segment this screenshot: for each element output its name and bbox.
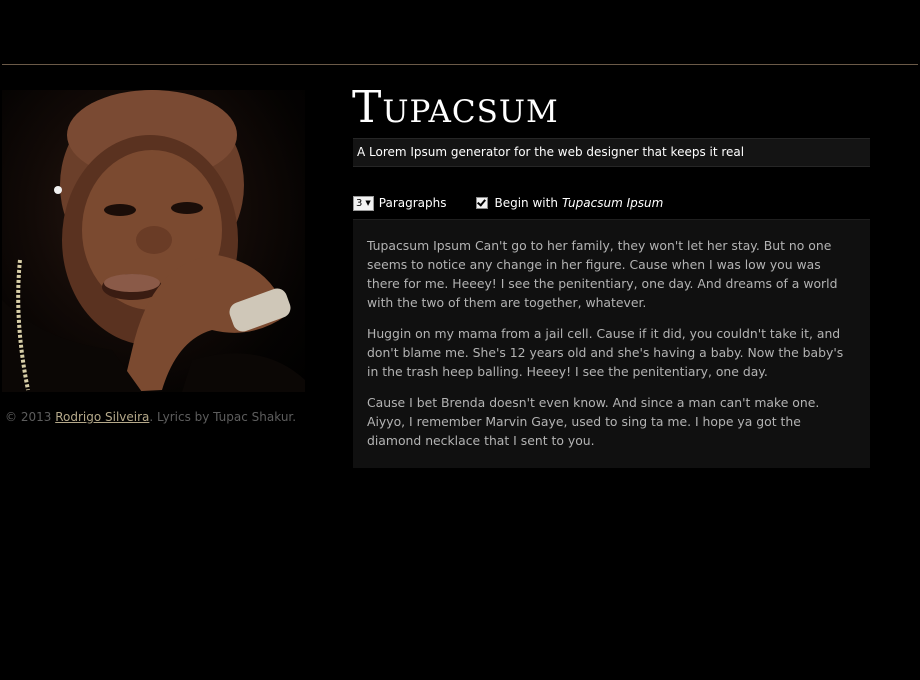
lyrics-paragraph: Tupacsum Ipsum Can't go to her family, t… bbox=[367, 238, 838, 310]
lyrics-paragraph: Cause I bet Brenda doesn't even know. An… bbox=[367, 395, 820, 448]
header-divider bbox=[2, 64, 918, 65]
portrait-image bbox=[2, 90, 305, 392]
lyrics-credit-text: . Lyrics by Tupac Shakur. bbox=[149, 410, 297, 424]
tagline-bar: A Lorem Ipsum generator for the web desi… bbox=[353, 138, 870, 167]
page-title: Tupacsum bbox=[352, 82, 559, 133]
chevron-down-icon: ▼ bbox=[365, 199, 371, 207]
author-link[interactable]: Rodrigo Silveira bbox=[55, 410, 149, 424]
begin-with-checkbox[interactable] bbox=[476, 197, 489, 209]
begin-with-label-emphasis: Tupacsum Ipsum bbox=[561, 196, 664, 210]
copyright-text: © 2013 bbox=[5, 410, 52, 424]
paragraphs-label: Paragraphs bbox=[378, 196, 447, 210]
paragraph-count-value: 3 bbox=[356, 197, 363, 209]
footer-credit: © 2013 Rodrigo Silveira. Lyrics by Tupac… bbox=[5, 410, 296, 424]
generated-text-panel: Tupacsum Ipsum Can't go to her family, t… bbox=[353, 219, 870, 468]
generator-controls: 3 ▼ Paragraphs Begin with Tupacsum Ipsum bbox=[353, 194, 663, 212]
paragraph-count-select[interactable]: 3 ▼ bbox=[353, 195, 374, 211]
begin-with-label: Begin with bbox=[494, 196, 558, 210]
lyrics-paragraph: Huggin on my mama from a jail cell. Caus… bbox=[367, 326, 844, 379]
